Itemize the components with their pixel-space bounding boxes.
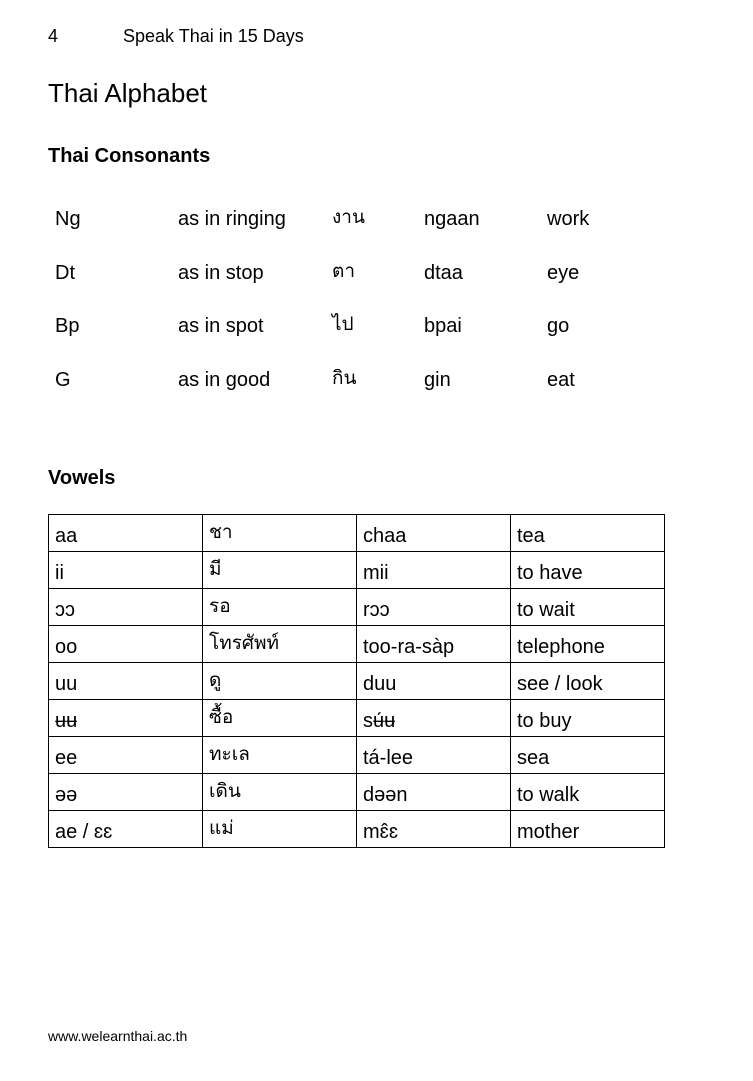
consonant-thai-word: งาน [332,206,365,228]
consonant-example: as in spot [178,315,264,337]
consonant-row: G as in good กิน gin eat [55,361,695,415]
consonant-meaning: go [547,315,570,337]
vowel-thai-word: รอ [202,588,357,626]
book-title: Speak Thai in 15 Days [123,26,304,46]
vowel-romanization: rɔɔ [356,588,511,626]
vowel-romanization: dəən [356,773,511,811]
vowel-romanization: too-ra-sàp [356,625,511,663]
consonant-row: Ng as in ringing งาน ngaan work [55,200,695,254]
consonant-meaning: work [547,208,590,230]
table-row: əə เดิน dəən to walk [48,773,665,811]
page-title: Thai Alphabet [48,78,208,108]
vowel-meaning: to buy [510,699,665,737]
vowel-romanization: duu [356,662,511,700]
consonant-example: as in good [178,368,271,391]
vowel-meaning: to walk [510,773,665,811]
page-number: 4 [48,26,59,46]
vowel-thai-word: ซื้อ [202,699,357,737]
consonant-row: Bp as in spot ไป bpai go [55,307,695,361]
vowel-meaning: to wait [510,588,665,626]
vowel-romanization: sʉ́ʉ [356,699,511,737]
vowel-thai-word: เดิน [202,773,357,811]
vowel-thai-word: มี [202,551,357,589]
consonant-row: Dt as in stop ตา dtaa eye [55,254,695,308]
table-row: oo โทรศัพท์ too-ra-sàp telephone [48,625,665,663]
vowel-romanization: mii [356,551,511,589]
consonant-sound: Dt [55,261,75,284]
vowel-thai-word: ทะเล [202,736,357,774]
consonant-meaning: eat [547,368,575,391]
vowel-meaning: to have [510,551,665,589]
consonant-sound: Ng [55,208,81,230]
vowel-romanization: tá-lee [356,736,511,774]
table-row: aa ชา chaa tea [48,514,665,552]
vowel-sound: oo [48,625,203,663]
consonant-romanization: dtaa [424,261,463,284]
table-row: ɔɔ รอ rɔɔ to wait [48,588,665,626]
vowel-romanization: mɛ̂ɛ [356,810,511,848]
vowel-sound: ee [48,736,203,774]
vowel-sound: ae / ɛɛ [48,810,203,848]
vowel-meaning: telephone [510,625,665,663]
consonant-sound: Bp [55,315,80,337]
consonant-romanization: ngaan [424,208,480,230]
vowel-meaning: tea [510,514,665,552]
consonant-meaning: eye [547,261,580,284]
consonant-romanization: bpai [424,315,462,337]
consonant-example: as in ringing [178,208,286,230]
table-row: ʉʉ ซื้อ sʉ́ʉ to buy [48,699,665,737]
vowel-meaning: sea [510,736,665,774]
table-row: uu ดู duu see / look [48,662,665,700]
table-row: ee ทะเล tá-lee sea [48,736,665,774]
consonant-sound: G [55,368,71,391]
consonant-thai-word: กิน [332,366,357,389]
consonants-heading: Thai Consonants [48,145,211,167]
vowel-sound: ɔɔ [48,588,203,626]
consonant-thai-word: ไป [332,313,354,335]
vowel-thai-word: ชา [202,514,357,552]
vowel-thai-word: ดู [202,662,357,700]
footer-url: www.welearnthai.ac.th [48,1028,188,1044]
table-row: ae / ɛɛ แม่ mɛ̂ɛ mother [48,810,665,848]
vowels-heading: Vowels [48,467,116,489]
vowel-romanization: chaa [356,514,511,552]
vowel-sound: uu [48,662,203,700]
vowel-thai-word: โทรศัพท์ [202,625,357,663]
vowel-sound: əə [48,773,203,811]
vowel-thai-word: แม่ [202,810,357,848]
vowel-sound: ʉʉ [48,699,203,737]
vowel-meaning: see / look [510,662,665,700]
table-row: ii มี mii to have [48,551,665,589]
vowels-table: aa ชา chaa tea ii มี mii to have ɔɔ รอ r… [48,514,665,848]
consonant-thai-word: ตา [332,259,356,282]
vowel-meaning: mother [510,810,665,848]
vowel-sound: ii [48,551,203,589]
consonants-list: Ng as in ringing งาน ngaan work Dt as in… [55,200,695,414]
consonant-example: as in stop [178,261,264,284]
vowel-sound: aa [48,514,203,552]
consonant-romanization: gin [424,368,451,391]
